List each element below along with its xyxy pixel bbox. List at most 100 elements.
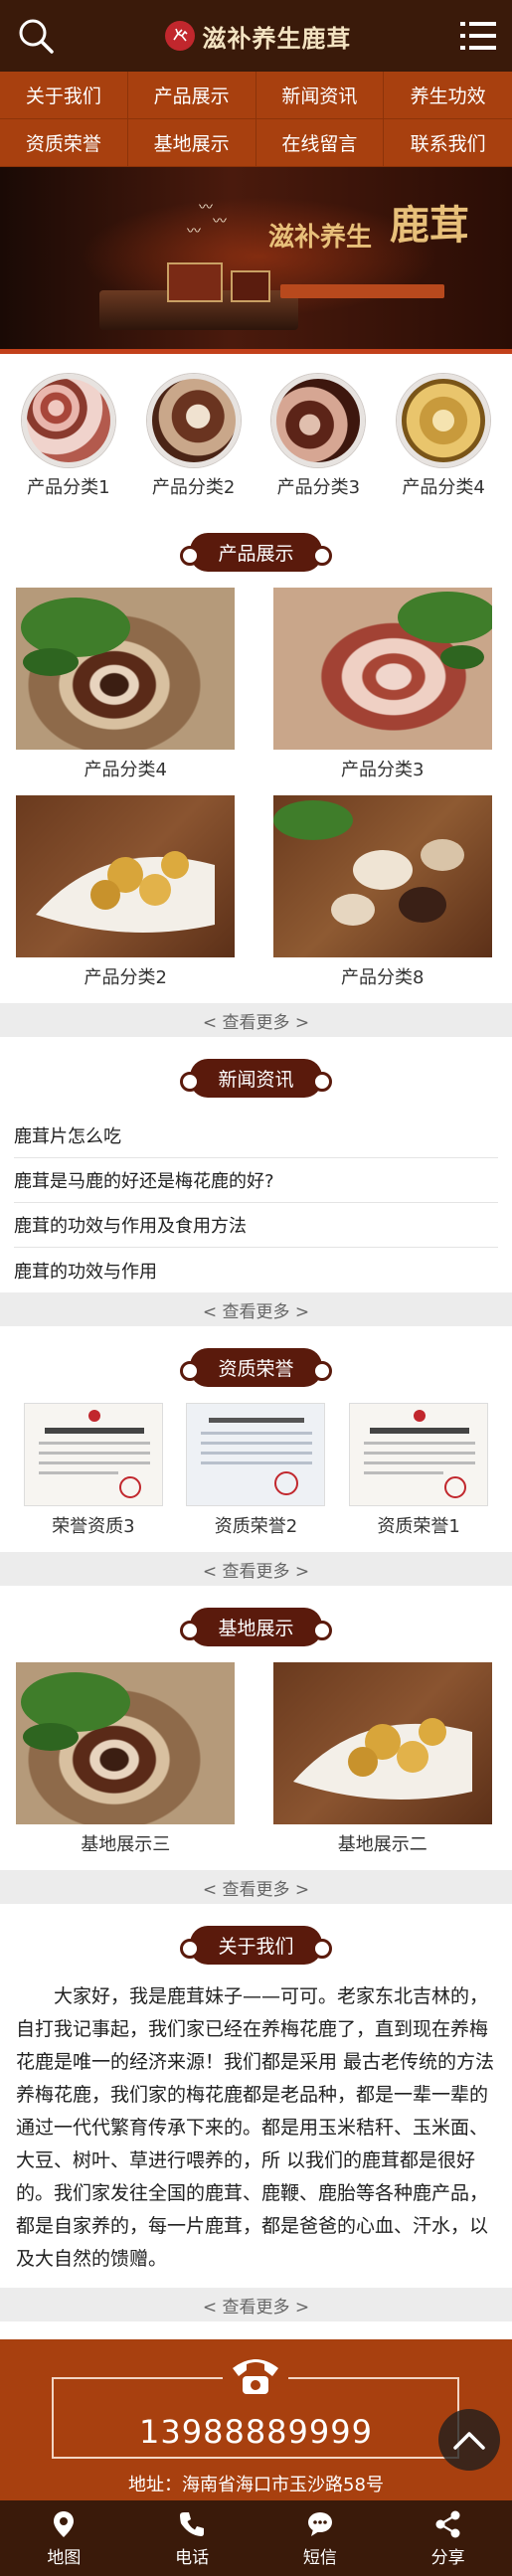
product-label: 产品分类8: [341, 967, 425, 988]
news-list: 鹿茸片怎么吃 鹿茸是马鹿的好还是梅花鹿的好? 鹿茸的功效与作用及食用方法 鹿茸的…: [0, 1114, 512, 1292]
top-header: 滋补养生鹿茸: [0, 0, 512, 72]
nav-item-news[interactable]: 新闻资讯: [256, 72, 385, 119]
bottom-toolbar: 地图 电话 短信 分享: [0, 2500, 512, 2576]
category-item[interactable]: 产品分类2: [131, 374, 256, 499]
category-thumb: [271, 374, 366, 467]
site-logo[interactable]: 滋补养生鹿茸: [164, 19, 352, 54]
honor-list: 荣誉资质3 资质荣誉2 资质荣誉1: [0, 1403, 512, 1552]
share-icon: [435, 2510, 460, 2537]
gift-box-image: [231, 270, 270, 302]
banner-brand-text: 滋补养生: [268, 223, 373, 253]
base-card[interactable]: 基地展示三: [16, 1662, 236, 1856]
nav-item-benefits[interactable]: 养生功效: [384, 72, 512, 119]
product-image: [16, 795, 236, 957]
news-item[interactable]: 鹿茸的功效与作用: [14, 1248, 498, 1292]
product-image: [272, 588, 492, 750]
certificate-image: [349, 1403, 489, 1506]
nav-item-contact[interactable]: 联系我们: [384, 119, 512, 167]
map-button[interactable]: 地图: [0, 2500, 128, 2576]
honor-card[interactable]: 资质荣誉2: [175, 1403, 338, 1538]
category-label: 产品分类4: [402, 477, 485, 498]
category-item[interactable]: 产品分类3: [256, 374, 382, 499]
sms-button[interactable]: 短信: [256, 2500, 385, 2576]
section-title-pill: 新闻资讯: [180, 1059, 332, 1098]
honors-more-link[interactable]: < 查看更多 >: [0, 1552, 512, 1586]
phone-icon: [223, 2347, 288, 2403]
bases-section-title: 基地展示: [0, 1608, 512, 1646]
contact-block: 13988889999 地址：海南省海口市玉沙路58号: [0, 2339, 512, 2500]
about-more-link[interactable]: < 查看更多 >: [0, 2288, 512, 2321]
product-card[interactable]: 产品分类4: [16, 588, 236, 781]
category-item[interactable]: 产品分类1: [6, 374, 131, 499]
product-label: 产品分类4: [84, 760, 167, 780]
banner-brand-big: 鹿茸: [390, 202, 469, 249]
banner-tagline-bar: [280, 284, 444, 298]
category-label: 产品分类1: [27, 477, 110, 498]
honor-card[interactable]: 荣誉资质3: [12, 1403, 175, 1538]
category-label: 产品分类2: [151, 477, 236, 498]
nav-item-message[interactable]: 在线留言: [256, 119, 385, 167]
news-item[interactable]: 鹿茸是马鹿的好还是梅花鹿的好?: [14, 1158, 498, 1203]
section-title-pill: 产品展示: [180, 533, 332, 572]
bird-icon: 〰: [187, 224, 201, 240]
section-title-pill: 基地展示: [180, 1608, 332, 1646]
product-card[interactable]: 产品分类2: [16, 795, 236, 989]
bird-icon: 〰: [213, 214, 227, 230]
chevron-up-icon: [453, 2432, 485, 2450]
back-to-top-button[interactable]: [438, 2409, 500, 2471]
product-label: 产品分类2: [84, 967, 167, 988]
menu-icon[interactable]: [460, 20, 496, 52]
section-title-pill: 资质荣誉: [180, 1348, 332, 1387]
search-icon[interactable]: [16, 16, 56, 56]
nav-item-bases[interactable]: 基地展示: [127, 119, 256, 167]
base-label: 基地展示二: [337, 1834, 427, 1855]
product-card[interactable]: 产品分类3: [272, 588, 493, 781]
about-text: 大家好，我是鹿茸妹子——可可。老家东北吉林的，自打我记事起，我们家已经在养梅花鹿…: [16, 1985, 495, 2270]
nav-item-about[interactable]: 关于我们: [0, 72, 128, 119]
products-section-title: 产品展示: [0, 533, 512, 572]
base-image: [272, 1662, 492, 1824]
share-button[interactable]: 分享: [384, 2500, 512, 2576]
base-label: 基地展示三: [81, 1834, 171, 1855]
news-item[interactable]: 鹿茸片怎么吃: [14, 1114, 498, 1158]
about-section-title: 关于我们: [0, 1926, 512, 1965]
bottom-label: 短信: [302, 2547, 337, 2568]
bottom-label: 分享: [430, 2547, 465, 2568]
honor-label: 资质荣誉2: [214, 1516, 298, 1537]
phone-icon: [180, 2511, 205, 2536]
category-thumb: [397, 374, 491, 467]
news-section-title: 新闻资讯: [0, 1059, 512, 1098]
contact-phone[interactable]: 13988889999: [0, 2413, 512, 2451]
certificate-image: [186, 1403, 326, 1506]
banner-divider: [0, 349, 512, 354]
products-more-link[interactable]: < 查看更多 >: [0, 1003, 512, 1037]
nav-item-honors[interactable]: 资质荣誉: [0, 119, 128, 167]
product-image: [16, 588, 236, 750]
honor-card[interactable]: 资质荣誉1: [337, 1403, 500, 1538]
contact-address: 地址：海南省海口市玉沙路58号: [128, 2475, 384, 2495]
honor-label: 资质荣誉1: [377, 1516, 460, 1537]
bases-more-link[interactable]: < 查看更多 >: [0, 1870, 512, 1904]
news-item[interactable]: 鹿茸的功效与作用及食用方法: [14, 1203, 498, 1248]
map-pin-icon: [54, 2510, 75, 2537]
main-nav: 关于我们 产品展示 新闻资讯 养生功效 资质荣誉 基地展示 在线留言 联系我们: [0, 72, 512, 167]
honors-section-title: 资质荣誉: [0, 1348, 512, 1387]
news-more-link[interactable]: < 查看更多 >: [0, 1292, 512, 1326]
nav-item-products[interactable]: 产品展示: [127, 72, 256, 119]
product-card[interactable]: 产品分类8: [272, 795, 493, 989]
gift-box-image: [167, 262, 223, 302]
call-button[interactable]: 电话: [128, 2500, 256, 2576]
hero-banner: 〰 〰 〰 滋补养生 鹿茸: [0, 167, 512, 354]
bottom-label: 电话: [175, 2547, 210, 2568]
base-grid: 基地展示三 基地展示二: [0, 1662, 512, 1870]
product-label: 产品分类3: [341, 760, 425, 780]
category-thumb: [21, 374, 115, 467]
message-icon: [307, 2511, 332, 2536]
category-item[interactable]: 产品分类4: [381, 374, 506, 499]
base-image: [16, 1662, 236, 1824]
base-card[interactable]: 基地展示二: [272, 1662, 493, 1856]
section-title-pill: 关于我们: [180, 1926, 332, 1965]
bird-icon: 〰: [199, 200, 213, 216]
category-thumb: [146, 374, 241, 467]
category-label: 产品分类3: [276, 477, 361, 498]
